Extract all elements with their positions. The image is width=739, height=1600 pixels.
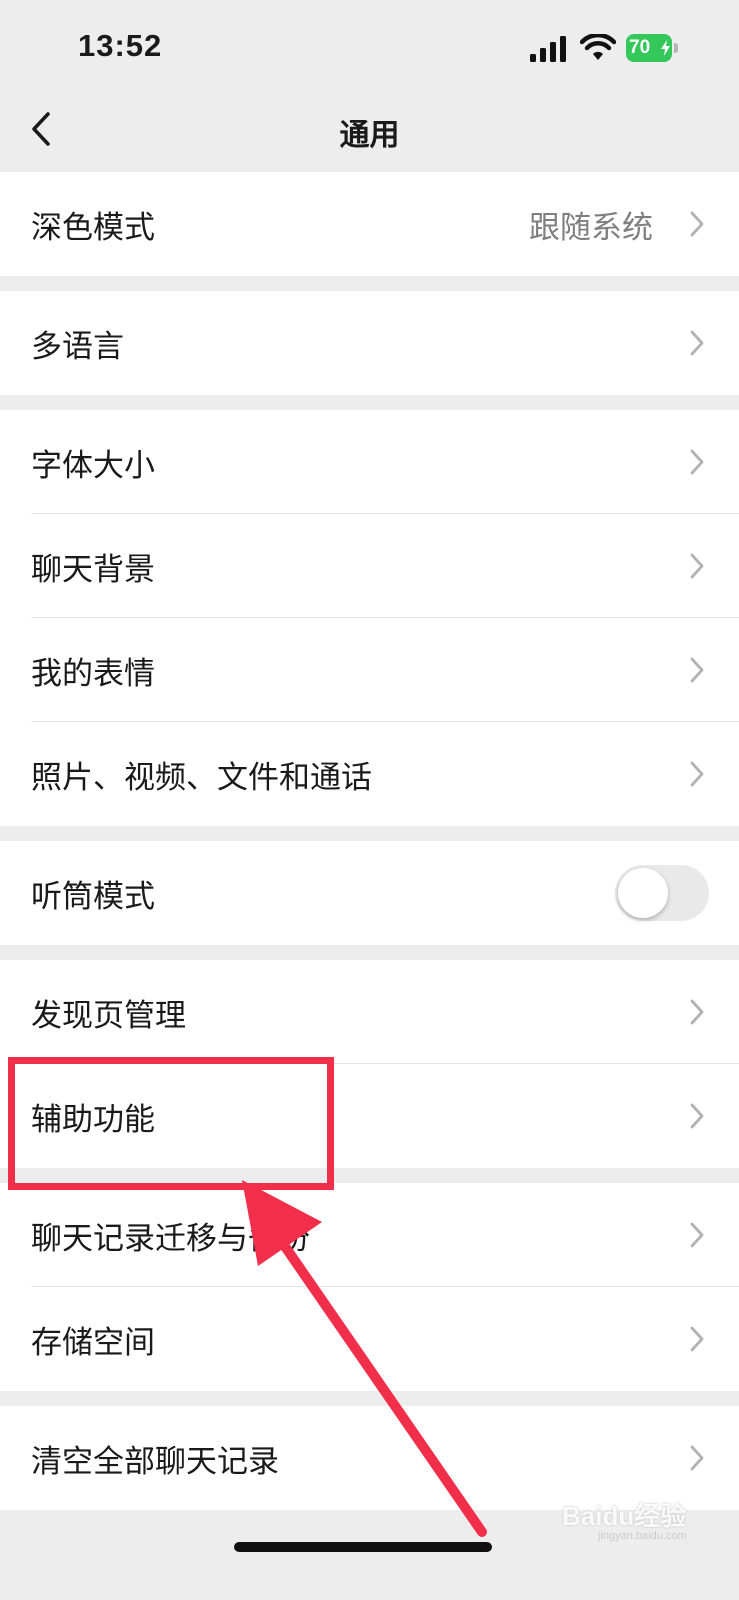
settings-item-label: 多语言 (31, 329, 124, 365)
chevron-right-icon (690, 999, 704, 1025)
settings-item-earpiece-mode: 听筒模式 (0, 841, 739, 945)
chevron-right-icon (690, 1326, 704, 1352)
page-title: 通用 (339, 118, 400, 153)
wifi-icon (580, 34, 616, 60)
chevron-right-icon (690, 211, 704, 237)
chevron-right-icon (690, 330, 704, 356)
status-bar: 13:52 70 (0, 0, 739, 100)
settings-item-chat-background[interactable]: 聊天背景 (0, 514, 739, 618)
settings-item-language[interactable]: 多语言 (0, 291, 739, 395)
home-indicator[interactable] (234, 1542, 492, 1552)
settings-group-display: 深色模式 跟随系统 (0, 172, 739, 276)
chevron-right-icon (690, 449, 704, 475)
cellular-signal-icon (530, 36, 566, 62)
navigation-bar: 通用 (0, 100, 739, 172)
settings-item-label: 深色模式 (31, 210, 155, 246)
settings-item-media-files-calls[interactable]: 照片、视频、文件和通话 (0, 722, 739, 826)
chevron-right-icon (690, 1222, 704, 1248)
settings-item-label: 聊天记录迁移与备份 (31, 1221, 310, 1257)
charging-bolt-icon (661, 40, 670, 56)
settings-item-dark-mode[interactable]: 深色模式 跟随系统 (0, 172, 739, 276)
chevron-right-icon (690, 1103, 704, 1129)
settings-item-chat-migration-backup[interactable]: 聊天记录迁移与备份 (0, 1183, 739, 1287)
watermark-logo: Baidu经验 (562, 1501, 687, 1531)
watermark-url: jingyan.baidu.com (598, 1530, 687, 1542)
earpiece-mode-toggle[interactable] (615, 865, 709, 921)
settings-group-storage: 聊天记录迁移与备份 存储空间 (0, 1183, 739, 1391)
settings-item-value: 跟随系统 (529, 210, 653, 246)
settings-item-clear-all-chats[interactable]: 清空全部聊天记录 (0, 1406, 739, 1510)
settings-item-label: 聊天背景 (31, 552, 155, 588)
chevron-right-icon (690, 657, 704, 683)
battery-level: 70 (629, 37, 651, 58)
annotation-highlight-box (8, 1057, 334, 1190)
settings-group-earpiece: 听筒模式 (0, 841, 739, 945)
toggle-knob (618, 868, 668, 918)
status-time: 13:52 (78, 28, 163, 63)
settings-item-label: 发现页管理 (31, 998, 186, 1034)
chevron-right-icon (690, 553, 704, 579)
settings-group-appearance: 字体大小 聊天背景 我的表情 照片、视频、文件和通话 (0, 410, 739, 826)
chevron-right-icon (690, 1445, 704, 1471)
settings-group-language: 多语言 (0, 291, 739, 395)
settings-item-my-stickers[interactable]: 我的表情 (0, 618, 739, 722)
settings-item-discover-management[interactable]: 发现页管理 (0, 960, 739, 1064)
battery-icon: 70 (626, 34, 678, 62)
settings-group-clear: 清空全部聊天记录 (0, 1406, 739, 1510)
settings-item-storage[interactable]: 存储空间 (0, 1287, 739, 1391)
settings-item-label: 字体大小 (31, 448, 155, 484)
settings-item-label: 存储空间 (31, 1325, 155, 1361)
settings-item-font-size[interactable]: 字体大小 (0, 410, 739, 514)
settings-item-label: 清空全部聊天记录 (31, 1444, 279, 1480)
chevron-right-icon (690, 761, 704, 787)
settings-item-label: 我的表情 (31, 656, 155, 692)
settings-item-label: 照片、视频、文件和通话 (31, 760, 372, 796)
settings-item-label: 听筒模式 (31, 879, 155, 915)
